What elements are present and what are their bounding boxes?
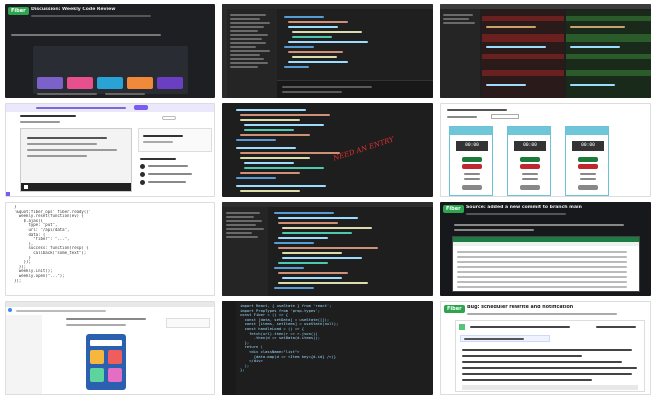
- tile-ide-1: [222, 4, 433, 98]
- terminal-panel: [277, 80, 433, 98]
- tile-diff-view: [440, 4, 651, 98]
- panel-header: [508, 127, 550, 135]
- tile-code-listing: } '&quot;fiber_ops' fiber.ready()' weekly…: [5, 202, 215, 296]
- timer-value: 00:00: [572, 141, 604, 151]
- timer-panel-1: 00:00: [449, 126, 493, 196]
- tile-ide-annotated: NEED AN ENTRY: [222, 103, 433, 197]
- tile-timer-app: 00:00 00:00 00:00: [440, 103, 651, 197]
- panel-header: [566, 127, 608, 135]
- code-block: } '&quot;fiber_ops' fiber.ready()' weekly…: [14, 205, 214, 283]
- card-2[interactable]: [67, 77, 93, 89]
- comment-box: [455, 320, 645, 392]
- start-button[interactable]: [520, 157, 540, 162]
- code-block: import React, { useState } from 'react';…: [240, 304, 433, 373]
- code-line: };: [240, 368, 245, 373]
- card-4[interactable]: [127, 77, 153, 89]
- stop-button[interactable]: [520, 164, 540, 169]
- timer-panel-2: 00:00: [507, 126, 551, 196]
- page-title: Source: added a new commit to branch mai…: [466, 205, 582, 210]
- sidebar-card: [138, 128, 212, 152]
- left-sidebar: [6, 315, 42, 394]
- filter-select[interactable]: [491, 114, 519, 119]
- timer-value: 00:00: [514, 141, 546, 151]
- panel-header: [450, 127, 492, 135]
- banner-button[interactable]: [134, 105, 148, 110]
- spreadsheet-preview: [452, 236, 640, 292]
- reset-button[interactable]: [578, 185, 598, 190]
- reset-button[interactable]: [520, 185, 540, 190]
- issue-title: Bug: scheduler rewrite and notification: [467, 305, 574, 310]
- fiber-badge: Fiber: [443, 205, 464, 213]
- tile-issue-page: Fiber Bug: scheduler rewrite and notific…: [440, 301, 651, 395]
- mobile-mockup: [86, 334, 126, 390]
- reset-button[interactable]: [462, 185, 482, 190]
- card-5[interactable]: [157, 77, 183, 89]
- handwritten-annotation: NEED AN ENTRY: [332, 135, 395, 163]
- tile-ide-2: [222, 202, 433, 296]
- code-line: });: [14, 278, 22, 283]
- card-3[interactable]: [97, 77, 123, 89]
- start-button[interactable]: [462, 157, 482, 162]
- tile-discussion: Fiber Discussion: Weekly Code Review: [5, 4, 215, 98]
- video-player[interactable]: [20, 128, 132, 192]
- stop-button[interactable]: [462, 164, 482, 169]
- screenshot-grid: Fiber Discussion: Weekly Code Review NEE…: [5, 4, 651, 396]
- tile-code-editor: import React, { useState } from 'react';…: [222, 301, 433, 395]
- start-button[interactable]: [578, 157, 598, 162]
- fiber-badge: Fiber: [8, 7, 29, 15]
- timer-value: 00:00: [456, 141, 488, 151]
- fiber-badge: Fiber: [444, 305, 465, 313]
- tile-mobile-preview: [5, 301, 215, 395]
- tile-course-page: [5, 103, 215, 197]
- tile-commit-page: Fiber Source: added a new commit to bran…: [440, 202, 651, 296]
- timer-panel-3: 00:00: [565, 126, 609, 196]
- follow-button[interactable]: [162, 116, 176, 120]
- top-banner: [6, 104, 214, 112]
- page-title: Discussion: Weekly Code Review: [31, 7, 116, 12]
- stop-button[interactable]: [578, 164, 598, 169]
- card-1[interactable]: [37, 77, 63, 89]
